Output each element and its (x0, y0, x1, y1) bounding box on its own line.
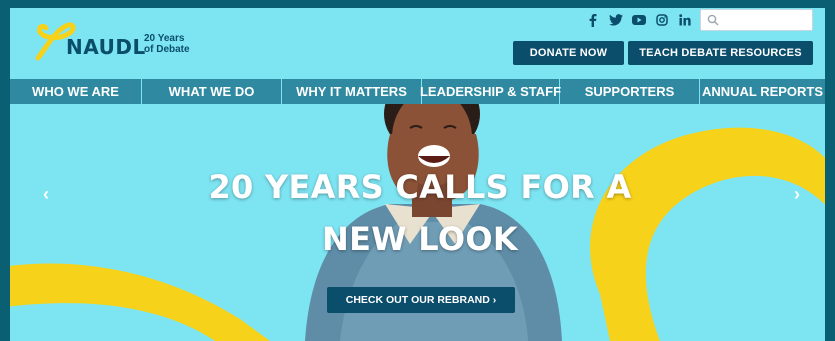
logo-tagline-line1: 20 Years (144, 33, 185, 44)
donate-button[interactable]: DONATE NOW (513, 41, 624, 65)
logo-wordmark: NAUDL (66, 35, 146, 59)
twitter-icon[interactable] (609, 13, 623, 27)
nav-item-supporters[interactable]: SUPPORTERS (560, 79, 700, 104)
slider-prev-chevron-left-icon[interactable]: ‹ (38, 184, 54, 204)
nav-item-what-we-do[interactable]: WHAT WE DO (142, 79, 282, 104)
hero-slider: 20 YEARS CALLS FOR A NEW LOOK CHECK OUT … (10, 104, 825, 341)
logo[interactable]: NAUDL 20 Years of Debate (32, 18, 202, 64)
linkedin-icon[interactable] (678, 13, 692, 27)
instagram-icon[interactable] (655, 13, 669, 27)
search-box[interactable] (700, 9, 813, 31)
youtube-icon[interactable] (632, 13, 646, 27)
check-out-rebrand-button[interactable]: CHECK OUT OUR REBRAND › (327, 287, 515, 313)
social-links (586, 13, 692, 27)
browser-frame: NAUDL 20 Years of Debate DONATE NOW TEAC… (0, 0, 835, 341)
nav-item-why-it-matters[interactable]: WHY IT MATTERS (282, 79, 422, 104)
slider-next-chevron-right-icon[interactable]: › (789, 184, 805, 204)
hero-headline-line1: 20 YEARS CALLS FOR A (208, 168, 632, 206)
nav-item-leadership-staff[interactable]: LEADERSHIP & STAFF (420, 79, 561, 104)
search-input[interactable] (721, 12, 809, 28)
teach-debate-resources-button[interactable]: TEACH DEBATE RESOURCES (628, 41, 813, 65)
logo-tagline-line2: of Debate (144, 44, 190, 55)
main-nav: WHO WE ARE WHAT WE DO WHY IT MATTERS LEA… (10, 79, 825, 104)
page: NAUDL 20 Years of Debate DONATE NOW TEAC… (10, 8, 825, 341)
nav-item-who-we-are[interactable]: WHO WE ARE (10, 79, 142, 104)
search-icon (707, 14, 719, 26)
hero-headline-line2: NEW LOOK (322, 220, 518, 258)
logo-tagline: 20 Years of Debate (144, 33, 190, 55)
nav-item-annual-reports[interactable]: ANNUAL REPORTS (700, 79, 825, 104)
facebook-icon[interactable] (586, 13, 600, 27)
